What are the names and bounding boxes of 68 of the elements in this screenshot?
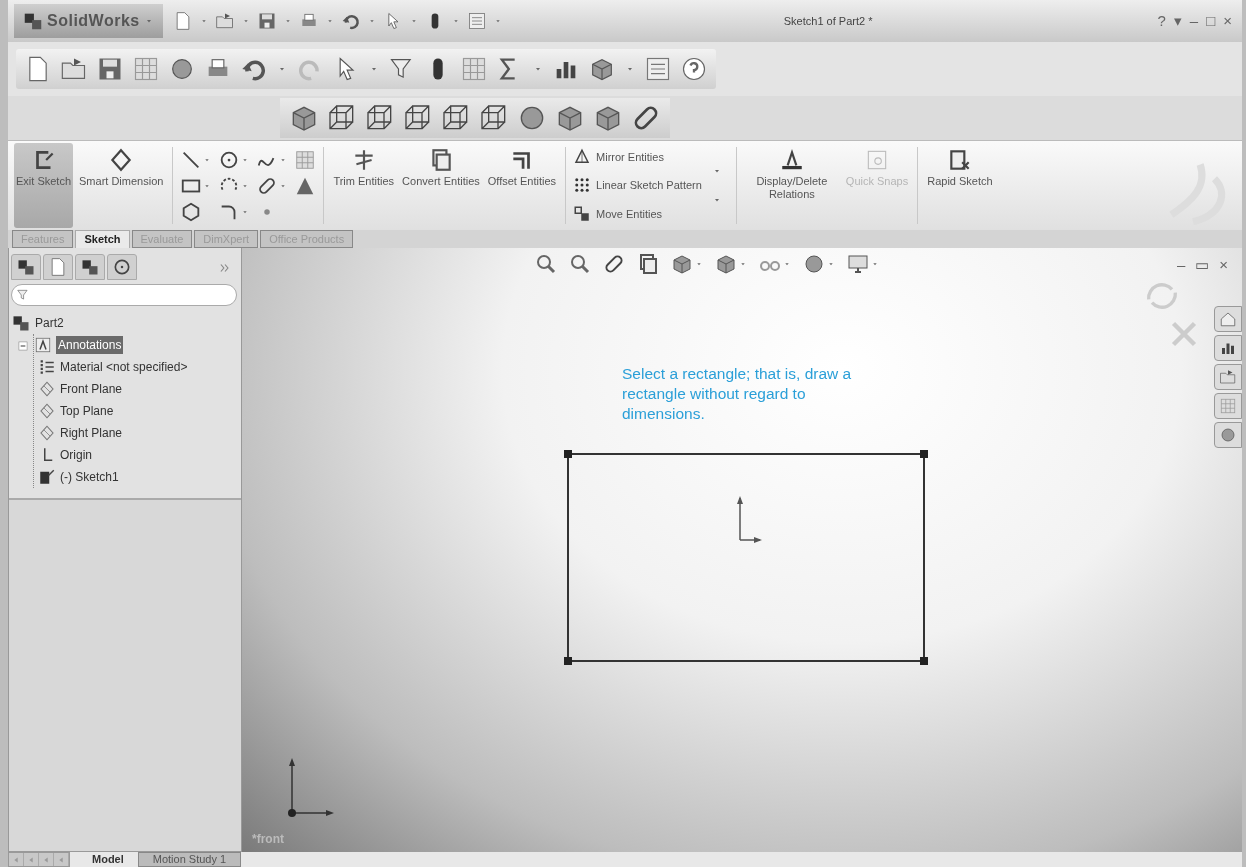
folder-icon — [1219, 368, 1237, 386]
part-icon — [11, 313, 31, 333]
tab[interactable]: Sketch — [75, 230, 130, 248]
dot-grid-icon — [573, 176, 592, 195]
minimize-button[interactable]: – — [1176, 254, 1186, 277]
graphics-area[interactable]: – ▭ × Select a rectangle; that is, draw a rectangle without regard to dimensions. *front — [242, 248, 1242, 852]
restore-button[interactable]: ▭ — [1195, 254, 1210, 277]
app-logo-text: SolidWorks — [47, 11, 140, 31]
close-button[interactable]: × — [1219, 254, 1228, 277]
trim-entities-button[interactable]: Trim Entities — [331, 143, 397, 228]
configuration-tab[interactable] — [75, 254, 105, 280]
plane-icon — [38, 402, 56, 420]
tree-item[interactable]: (-) Sketch1 — [60, 468, 119, 486]
tree-item[interactable]: Top Plane — [60, 402, 114, 420]
task-pane-tab[interactable] — [1214, 335, 1242, 361]
filter-field[interactable] — [11, 284, 237, 306]
feature-tree-tab[interactable] — [11, 254, 41, 280]
home-icon — [1219, 310, 1237, 328]
material-icon — [38, 358, 56, 376]
instruction-note: Select a rectangle; that is, draw a rectangle without regard to dimensions. — [622, 364, 853, 425]
close-button[interactable]: × — [1219, 9, 1236, 33]
move-icon — [573, 204, 592, 223]
offset-entities-button[interactable]: Offset Entities — [485, 143, 559, 228]
tree-item[interactable]: Material <not specified> — [60, 358, 188, 376]
command-button[interactable]: Move Entities — [573, 204, 702, 223]
tree-item[interactable]: Right Plane — [60, 424, 123, 442]
options-icon[interactable] — [644, 55, 672, 83]
command-button[interactable]: Linear Sketch Pattern — [573, 176, 702, 195]
tree-item[interactable]: Front Plane — [60, 380, 123, 398]
crosshair-tab[interactable] — [107, 254, 137, 280]
filter-icon — [16, 288, 30, 302]
relations-button[interactable]: Display/Delete Relations — [743, 143, 840, 228]
command-button[interactable]: Mirror Entities — [573, 148, 702, 167]
blocks-icon — [80, 257, 100, 277]
blocks-icon — [16, 257, 36, 277]
tree-item[interactable]: Part2 — [35, 314, 64, 332]
exit-sketch-button[interactable]: Exit Sketch — [14, 143, 74, 228]
monitor-icon[interactable] — [846, 252, 870, 276]
tab[interactable]: Motion Study 1 — [137, 852, 242, 867]
maximize-button[interactable]: □ — [1202, 9, 1220, 33]
tree-item[interactable]: Origin — [60, 446, 92, 464]
options-icon[interactable] — [466, 11, 487, 31]
help-button[interactable]: ? — [1153, 9, 1170, 33]
zoom-icon[interactable] — [534, 252, 558, 276]
expand-box-icon[interactable] — [16, 338, 30, 353]
plane-icon — [38, 424, 56, 442]
window-title: Sketch1 of Part2 * — [782, 13, 874, 29]
convert-entities-button[interactable]: Convert Entities — [400, 143, 482, 228]
minimize-button[interactable]: – — [1185, 9, 1203, 33]
smart-dimension-button[interactable]: Smart Dimension — [77, 143, 166, 228]
open-folder-icon[interactable] — [214, 11, 235, 31]
sketch-icon — [38, 468, 56, 486]
tree-item[interactable]: Annotations — [56, 336, 124, 354]
grid-icon[interactable] — [294, 148, 317, 171]
sketch-rectangle[interactable] — [564, 450, 928, 665]
plane-icon — [38, 380, 56, 398]
zoom-icon[interactable] — [568, 252, 592, 276]
annotation-icon — [34, 336, 52, 354]
circle-icon — [112, 257, 132, 277]
origin-marker — [737, 496, 762, 543]
rapid-sketch-button[interactable]: Rapid Sketch — [925, 143, 995, 228]
dropdown-button[interactable]: ▾ — [1169, 9, 1186, 33]
grid-icon[interactable] — [460, 55, 488, 83]
view-label: *front — [252, 831, 284, 848]
grid-icon — [1219, 397, 1237, 415]
help-icon[interactable] — [680, 55, 708, 83]
task-pane-tab[interactable] — [1214, 422, 1242, 448]
axis-triad — [288, 758, 334, 817]
